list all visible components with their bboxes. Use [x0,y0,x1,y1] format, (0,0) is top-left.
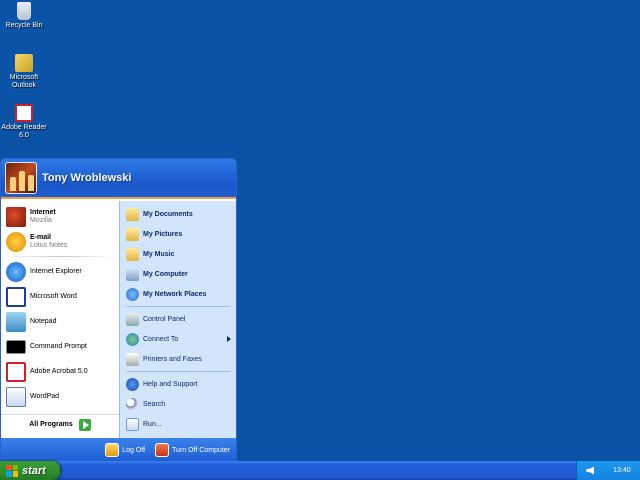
recycle-bin-icon [17,2,31,20]
desktop-icon-outlook[interactable]: Microsoft Outlook [0,54,48,90]
recent-item-label: WordPad [30,392,60,400]
setting-label: Connect To [143,335,179,343]
arrow-right-icon [78,418,91,431]
log-off-icon [105,443,120,457]
place-my-pictures[interactable]: My Pictures [120,224,236,244]
connect-icon [126,332,139,346]
places-pane: My Documents My Pictures My Music My Com… [119,201,236,438]
adobe-reader-icon [15,104,33,122]
computer-icon [126,267,139,281]
pinned-subtitle: Lotus Notes [30,241,68,249]
recent-item-label: Adobe Acrobat 5.0 [30,367,88,375]
tool-run[interactable]: Run... [120,414,236,434]
place-label: My Computer [143,270,188,278]
start-button[interactable]: start [0,461,60,480]
run-icon [126,417,139,431]
place-my-documents[interactable]: My Documents [120,204,236,224]
folder-documents-icon [126,207,139,221]
search-icon [126,397,139,411]
tool-label: Search [143,400,166,408]
pinned-title: Internet [30,208,56,216]
recent-item-label: Microsoft Word [30,292,77,300]
wordpad-icon [6,386,26,407]
folder-pictures-icon [126,227,139,241]
log-off-label: Log Off [122,446,146,454]
word-icon [6,286,26,307]
folder-music-icon [126,247,139,261]
recent-item-notepad[interactable]: Notepad [1,309,119,334]
desktop-icon-label: Microsoft Outlook [9,74,39,89]
printer-icon [126,352,139,366]
start-label: start [22,464,46,477]
recent-item-acrobat[interactable]: Adobe Acrobat 5.0 [1,359,119,384]
place-my-computer[interactable]: My Computer [120,264,236,284]
tool-label: Help and Support [143,380,198,388]
chevron-right-icon [227,336,231,342]
system-tray: 13:40 [576,461,640,480]
setting-printers-faxes[interactable]: Printers and Faxes [120,349,236,369]
separator [126,371,230,372]
setting-label: Control Panel [143,315,186,323]
start-menu-footer: Log Off Turn Off Computer [1,438,236,462]
desktop-icon-label: Adobe Reader 6.0 [1,124,47,139]
recent-item-internet-explorer[interactable]: Internet Explorer [1,259,119,284]
notepad-icon [6,311,26,332]
recent-item-word[interactable]: Microsoft Word [1,284,119,309]
recent-item-label: Notepad [30,317,57,325]
recent-item-label: Internet Explorer [30,267,82,275]
pinned-item-internet[interactable]: Internet Mozilla [1,204,119,229]
place-label: My Pictures [143,230,183,238]
place-label: My Music [143,250,175,258]
command-prompt-icon [6,339,26,354]
tool-label: Run... [143,420,162,428]
setting-connect-to[interactable]: Connect To [120,329,236,349]
user-avatar[interactable] [5,162,37,194]
setting-control-panel[interactable]: Control Panel [120,309,236,329]
network-icon [126,287,139,301]
all-programs-label: All Programs [29,421,73,428]
acrobat-icon [6,361,26,382]
separator [126,306,230,307]
user-name: Tony Wroblewski [42,172,132,184]
place-label: My Documents [143,210,193,218]
internet-explorer-icon [6,261,26,282]
separator [6,256,114,257]
recent-item-command-prompt[interactable]: Command Prompt [1,334,119,359]
turn-off-label: Turn Off Computer [172,446,230,454]
all-programs-button[interactable]: All Programs [1,414,119,434]
mozilla-icon [6,206,26,227]
place-my-network-places[interactable]: My Network Places [120,284,236,304]
log-off-button[interactable]: Log Off [105,443,145,457]
start-menu-header: Tony Wroblewski [1,159,236,199]
lotus-notes-icon [6,231,26,252]
taskbar: start EN 13:40 [0,461,640,480]
desktop-icon-adobe-reader[interactable]: Adobe Reader 6.0 [0,104,48,140]
tool-search[interactable]: Search [120,394,236,414]
control-panel-icon [126,312,139,326]
start-menu: Tony Wroblewski Internet Mozilla E-mail … [0,158,237,463]
desktop-icon-recycle-bin[interactable]: Recycle Bin [0,2,48,30]
outlook-icon [15,54,33,72]
recent-item-label: Command Prompt [30,342,87,350]
help-icon [126,377,139,391]
pinned-title: E-mail [30,233,52,241]
desktop-icon-label: Recycle Bin [5,22,43,29]
programs-pane: Internet Mozilla E-mail Lotus Notes Inte… [1,201,119,438]
turn-off-button[interactable]: Turn Off Computer [155,443,230,457]
setting-label: Printers and Faxes [143,355,202,363]
pinned-subtitle: Mozilla [30,216,52,224]
tool-help-support[interactable]: Help and Support [120,374,236,394]
speaker-icon[interactable] [586,466,595,475]
place-label: My Network Places [143,290,207,298]
windows-logo-icon [6,464,18,477]
place-my-music[interactable]: My Music [120,244,236,264]
recent-item-wordpad[interactable]: WordPad [1,384,119,409]
pinned-item-email[interactable]: E-mail Lotus Notes [1,229,119,254]
clock[interactable]: 13:40 [613,467,631,474]
power-icon [155,443,170,457]
